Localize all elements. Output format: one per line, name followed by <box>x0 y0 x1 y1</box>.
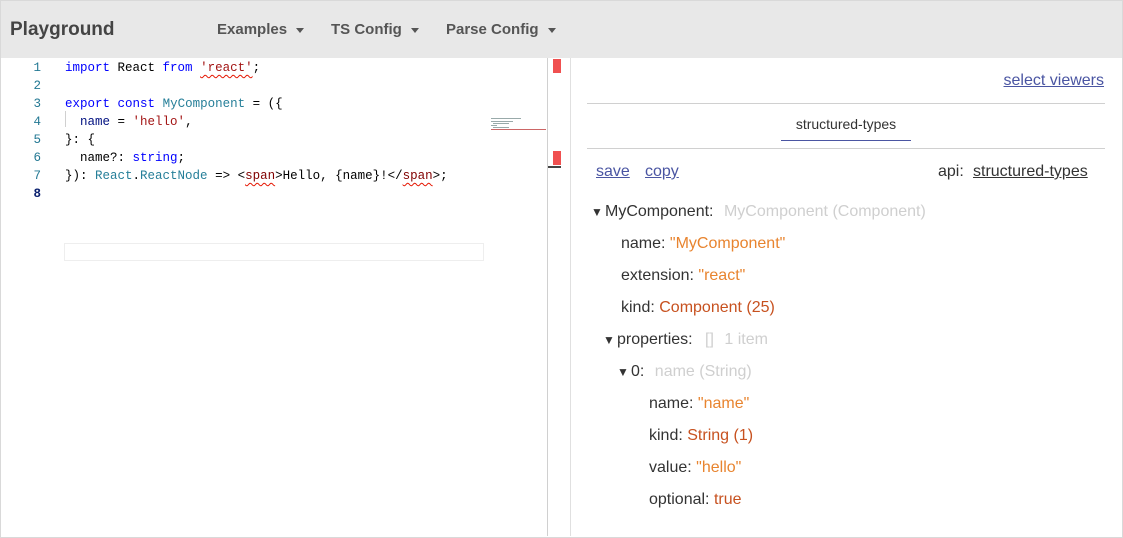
tree-value: Component (25) <box>659 299 775 316</box>
tab-structured-types[interactable]: structured-types <box>781 116 911 132</box>
select-viewers-link[interactable]: select viewers <box>1004 72 1104 90</box>
tree-key: extension: <box>621 267 694 284</box>
code-text: }): React.ReactNode => <span>Hello, {nam… <box>65 169 448 183</box>
code-line[interactable]: 1 import React from 'react'; <box>1 59 547 77</box>
copy-link[interactable]: copy <box>645 163 679 181</box>
tree-row: name: "name" <box>649 395 749 413</box>
tree-value: "hello" <box>696 459 742 476</box>
scroll-position-indicator <box>548 166 561 168</box>
tree-value: "MyComponent" <box>669 235 786 252</box>
tree-value: "react" <box>698 267 746 284</box>
chevron-down-icon <box>410 27 419 33</box>
api-label: api: <box>938 163 964 180</box>
tree-hint: 1 item <box>724 331 768 348</box>
code-line[interactable]: 5 }: { <box>1 131 547 149</box>
tree-value: String (1) <box>687 427 754 444</box>
active-tab-indicator <box>781 140 911 141</box>
tree-key: name: <box>649 395 694 412</box>
panel-splitter[interactable] <box>570 58 571 536</box>
line-number: 8 <box>33 187 41 201</box>
tree-bracket: [] <box>705 331 714 348</box>
line-number: 4 <box>33 115 41 129</box>
code-editor[interactable]: 1 import React from 'react'; 2 3 export cons… <box>1 58 547 536</box>
code-line[interactable]: 2 <box>1 77 547 95</box>
app-title[interactable]: Playground <box>10 19 115 41</box>
expand-triangle-icon[interactable]: ▼ <box>617 365 631 379</box>
chevron-down-icon <box>547 27 556 33</box>
menu-examples-label: Examples <box>217 21 288 38</box>
tree-value: true <box>713 491 742 508</box>
line-number: 6 <box>33 151 41 165</box>
line-number: 7 <box>33 169 41 183</box>
error-marker <box>553 59 561 73</box>
tree-node-properties[interactable]: ▼ properties: [] 1 item <box>603 331 768 349</box>
code-line[interactable]: 4 name = 'hello', <box>1 113 547 131</box>
code-text: name?: string; <box>65 151 186 165</box>
tree-row: kind: String (1) <box>649 427 753 445</box>
line-number: 5 <box>33 133 41 147</box>
menu-parse-config-label: Parse Config <box>446 21 539 38</box>
editor-scrollbar-border <box>547 58 548 536</box>
tree-row: extension: "react" <box>621 267 745 285</box>
divider <box>587 103 1105 104</box>
tree-hint: name (String) <box>654 363 752 380</box>
menu-ts-config-label: TS Config <box>331 21 402 38</box>
tree-key: MyComponent: <box>605 203 714 220</box>
tree-hint: MyComponent (Component) <box>723 203 926 220</box>
tree-key: name: <box>621 235 666 252</box>
minimap[interactable] <box>489 117 549 131</box>
tree-node-mycomponent[interactable]: ▼ MyComponent: MyComponent (Component) <box>591 203 926 221</box>
code-line[interactable]: 6 name?: string; <box>1 149 547 167</box>
code-text: name = 'hello', <box>80 115 193 129</box>
line-number: 3 <box>33 97 41 111</box>
menu-examples[interactable]: Examples <box>217 21 305 38</box>
tree-key: properties: <box>617 331 693 348</box>
line-number: 1 <box>33 61 41 75</box>
tree-row: optional: true <box>649 491 742 509</box>
menu-parse-config[interactable]: Parse Config <box>446 21 556 38</box>
error-marker <box>553 151 561 165</box>
tree-row: kind: Component (25) <box>621 299 775 317</box>
api-link[interactable]: structured-types <box>973 163 1088 181</box>
chevron-down-icon <box>296 27 305 33</box>
tree-key: 0: <box>631 363 645 380</box>
code-line[interactable]: 8 <box>1 185 547 203</box>
tree-key: kind: <box>649 427 683 444</box>
tree-value: "name" <box>697 395 750 412</box>
code-line[interactable]: 7 }): React.ReactNode => <span>Hello, {na… <box>1 167 547 185</box>
code-text: export const MyComponent = ({ <box>65 97 283 111</box>
divider <box>587 148 1105 149</box>
tree-key: optional: <box>649 491 710 508</box>
expand-triangle-icon[interactable]: ▼ <box>603 333 617 347</box>
tree-key: kind: <box>621 299 655 316</box>
code-text: }: { <box>65 133 96 147</box>
code-line[interactable]: 3 export const MyComponent = ({ <box>1 95 547 113</box>
tree-node-item-0[interactable]: ▼ 0: name (String) <box>617 363 752 381</box>
tree-row: value: "hello" <box>649 459 741 477</box>
save-link[interactable]: save <box>596 163 630 181</box>
code-text: import React from 'react'; <box>65 61 261 75</box>
current-line-highlight <box>64 243 484 261</box>
expand-triangle-icon[interactable]: ▼ <box>591 205 605 219</box>
top-navbar: Playground Examples TS Config Parse Conf… <box>1 1 1122 58</box>
tree-row: name: "MyComponent" <box>621 235 785 253</box>
line-number: 2 <box>33 79 41 93</box>
menu-ts-config[interactable]: TS Config <box>331 21 419 38</box>
tree-key: value: <box>649 459 692 476</box>
